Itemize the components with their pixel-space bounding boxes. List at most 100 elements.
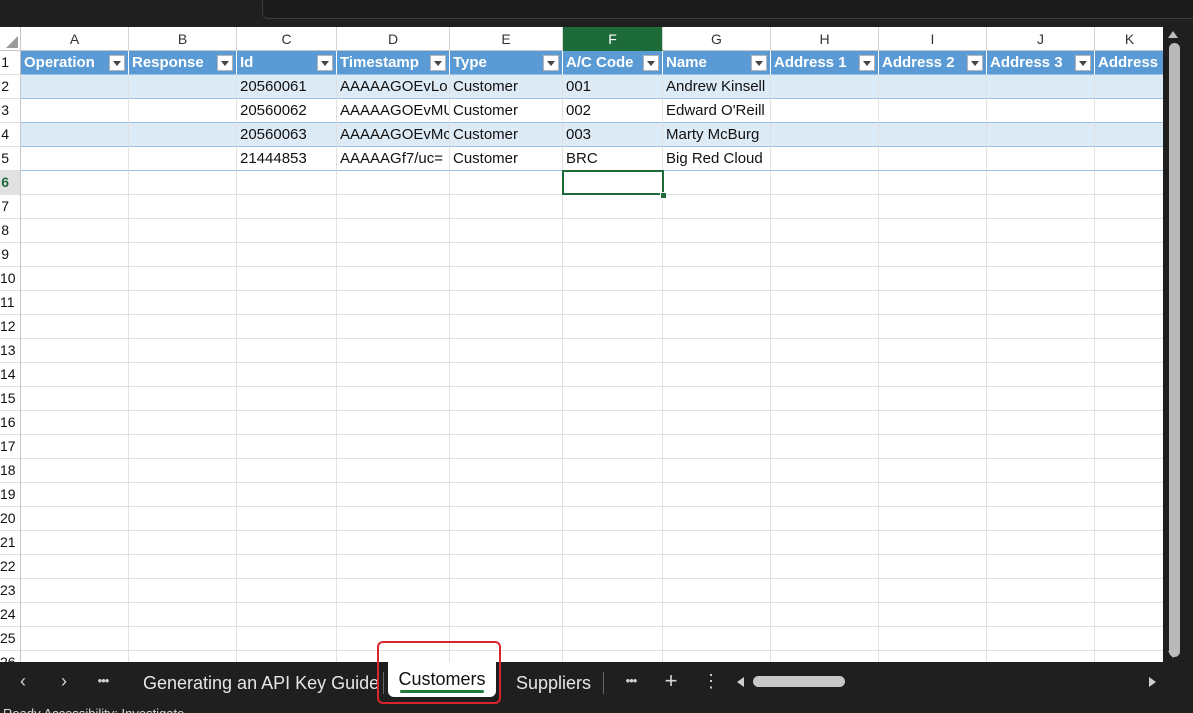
table-cell[interactable] xyxy=(771,75,879,99)
empty-cell[interactable] xyxy=(563,339,663,363)
empty-cell[interactable] xyxy=(237,219,337,243)
table-cell[interactable] xyxy=(879,75,987,99)
filter-dropdown-icon[interactable] xyxy=(1075,55,1091,71)
empty-cell[interactable] xyxy=(237,507,337,531)
empty-cell[interactable] xyxy=(450,579,563,603)
empty-cell[interactable] xyxy=(1095,435,1165,459)
empty-cell[interactable] xyxy=(129,411,237,435)
empty-cell[interactable] xyxy=(987,435,1095,459)
empty-cell[interactable] xyxy=(21,579,129,603)
empty-cell[interactable] xyxy=(771,339,879,363)
empty-cell[interactable] xyxy=(1095,627,1165,651)
row-header-19[interactable]: 19 xyxy=(0,483,21,507)
empty-cell[interactable] xyxy=(563,603,663,627)
empty-cell[interactable] xyxy=(563,411,663,435)
next-sheet-button[interactable]: › xyxy=(53,671,75,691)
empty-cell[interactable] xyxy=(129,531,237,555)
empty-cell[interactable] xyxy=(663,243,771,267)
empty-cell[interactable] xyxy=(1095,411,1165,435)
empty-cell[interactable] xyxy=(21,459,129,483)
filter-dropdown-icon[interactable] xyxy=(967,55,983,71)
empty-cell[interactable] xyxy=(663,435,771,459)
table-cell[interactable] xyxy=(879,147,987,171)
empty-cell[interactable] xyxy=(879,291,987,315)
empty-cell[interactable] xyxy=(337,435,450,459)
table-cell[interactable] xyxy=(1095,123,1165,147)
empty-cell[interactable] xyxy=(129,339,237,363)
empty-cell[interactable] xyxy=(563,435,663,459)
empty-cell[interactable] xyxy=(663,579,771,603)
empty-cell[interactable] xyxy=(663,651,771,662)
empty-cell[interactable] xyxy=(663,363,771,387)
empty-cell[interactable] xyxy=(663,171,771,195)
empty-cell[interactable] xyxy=(21,627,129,651)
empty-cell[interactable] xyxy=(237,603,337,627)
empty-cell[interactable] xyxy=(563,483,663,507)
empty-cell[interactable] xyxy=(337,195,450,219)
empty-cell[interactable] xyxy=(771,267,879,291)
empty-cell[interactable] xyxy=(21,363,129,387)
empty-cell[interactable] xyxy=(563,555,663,579)
row-header-13[interactable]: 13 xyxy=(0,339,21,363)
table-cell[interactable] xyxy=(21,147,129,171)
empty-cell[interactable] xyxy=(563,267,663,291)
scroll-left-arrow-icon[interactable] xyxy=(737,677,744,687)
table-cell[interactable]: Customer xyxy=(450,123,563,147)
empty-cell[interactable] xyxy=(21,555,129,579)
table-cell[interactable]: Edward O'Reill xyxy=(663,99,771,123)
empty-cell[interactable] xyxy=(1095,171,1165,195)
empty-cell[interactable] xyxy=(879,243,987,267)
empty-cell[interactable] xyxy=(771,579,879,603)
empty-cell[interactable] xyxy=(1095,315,1165,339)
empty-cell[interactable] xyxy=(337,507,450,531)
more-sheets-right-button[interactable]: ••• xyxy=(620,671,642,691)
empty-cell[interactable] xyxy=(987,387,1095,411)
empty-cell[interactable] xyxy=(21,507,129,531)
empty-cell[interactable] xyxy=(879,219,987,243)
filter-dropdown-icon[interactable] xyxy=(643,55,659,71)
empty-cell[interactable] xyxy=(337,243,450,267)
prev-sheet-button[interactable]: ‹ xyxy=(12,671,34,691)
empty-cell[interactable] xyxy=(563,651,663,662)
horizontal-scroll-thumb[interactable] xyxy=(753,676,845,687)
empty-cell[interactable] xyxy=(1095,339,1165,363)
empty-cell[interactable] xyxy=(129,507,237,531)
empty-cell[interactable] xyxy=(237,627,337,651)
empty-cell[interactable] xyxy=(663,387,771,411)
fill-handle[interactable] xyxy=(660,192,667,199)
empty-cell[interactable] xyxy=(337,387,450,411)
row-header-10[interactable]: 10 xyxy=(0,267,21,291)
table-cell[interactable] xyxy=(987,123,1095,147)
empty-cell[interactable] xyxy=(237,267,337,291)
empty-cell[interactable] xyxy=(237,195,337,219)
empty-cell[interactable] xyxy=(21,603,129,627)
empty-cell[interactable] xyxy=(879,603,987,627)
table-cell[interactable]: BRC xyxy=(563,147,663,171)
empty-cell[interactable] xyxy=(563,243,663,267)
empty-cell[interactable] xyxy=(987,411,1095,435)
empty-cell[interactable] xyxy=(1095,363,1165,387)
empty-cell[interactable] xyxy=(21,243,129,267)
empty-cell[interactable] xyxy=(21,171,129,195)
empty-cell[interactable] xyxy=(1095,603,1165,627)
empty-cell[interactable] xyxy=(1095,459,1165,483)
column-header-k[interactable]: K xyxy=(1095,27,1165,51)
table-cell[interactable] xyxy=(21,99,129,123)
row-header-24[interactable]: 24 xyxy=(0,603,21,627)
table-cell[interactable]: 003 xyxy=(563,123,663,147)
empty-cell[interactable] xyxy=(129,363,237,387)
empty-cell[interactable] xyxy=(237,555,337,579)
empty-cell[interactable] xyxy=(879,315,987,339)
empty-cell[interactable] xyxy=(1095,267,1165,291)
empty-cell[interactable] xyxy=(129,195,237,219)
empty-cell[interactable] xyxy=(237,411,337,435)
table-cell[interactable] xyxy=(879,99,987,123)
empty-cell[interactable] xyxy=(879,411,987,435)
empty-cell[interactable] xyxy=(771,219,879,243)
column-header-j[interactable]: J xyxy=(987,27,1095,51)
empty-cell[interactable] xyxy=(879,507,987,531)
empty-cell[interactable] xyxy=(21,651,129,662)
empty-cell[interactable] xyxy=(563,579,663,603)
table-cell[interactable] xyxy=(771,147,879,171)
empty-cell[interactable] xyxy=(987,507,1095,531)
